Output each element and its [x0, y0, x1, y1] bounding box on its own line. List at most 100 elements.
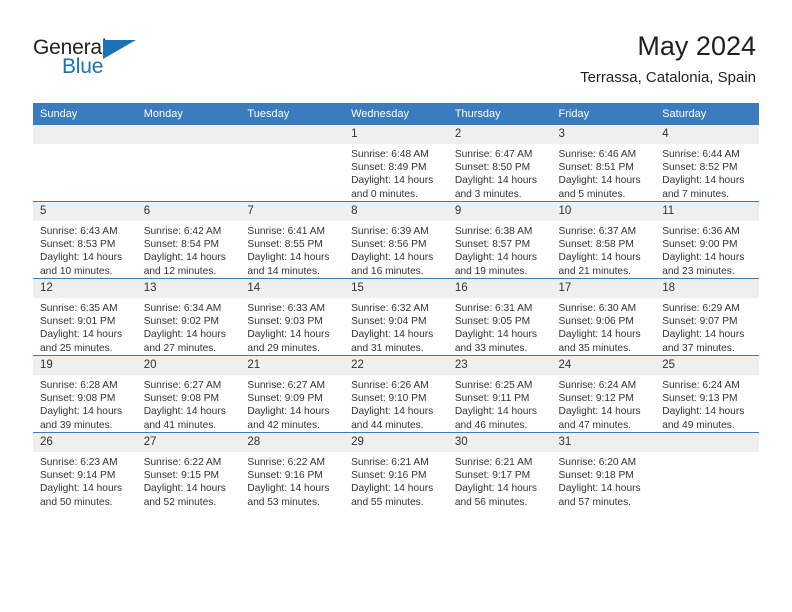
calendar-day-cell[interactable]: 11 Sunrise: 6:36 AM Sunset: 9:00 PM Dayligh… — [655, 201, 759, 279]
sunrise-text: Sunrise: 6:24 AM — [662, 380, 740, 391]
calendar-day-cell[interactable]: 6 Sunrise: 6:42 AM Sunset: 8:54 PM Daylight… — [136, 201, 241, 279]
sunset-text: Sunset: 8:55 PM — [247, 239, 323, 251]
calendar-week-row: 1 Sunrise: 6:48 AM Sunset: 8:49 PM Daylight… — [33, 125, 759, 202]
calendar-day-cell[interactable]: 18 Sunrise: 6:29 AM Sunset: 9:07 PM Dayligh… — [655, 278, 759, 356]
sunset-text: Sunset: 8:50 PM — [454, 162, 531, 174]
day-details: Sunrise: 6:20 AM Sunset: 9:18 PM Daylight:… — [552, 452, 656, 509]
sunrise-text: Sunrise: 6:28 AM — [40, 380, 118, 391]
calendar-day-cell[interactable]: 23 Sunrise: 6:25 AM Sunset: 9:11 PM Dayligh… — [447, 355, 552, 433]
calendar-day-cell-empty — [136, 125, 241, 202]
calendar-day-cell[interactable]: 22 Sunrise: 6:26 AM Sunset: 9:10 PM Dayligh… — [344, 355, 448, 433]
calendar-day-cell[interactable]: 15 Sunrise: 6:32 AM Sunset: 9:04 PM Dayligh… — [344, 278, 448, 356]
calendar-day-cell[interactable]: 1 Sunrise: 6:48 AM Sunset: 8:49 PM Daylight… — [344, 125, 448, 202]
calendar-day-cell[interactable]: 31 Sunrise: 6:20 AM Sunset: 9:18 PM Dayligh… — [551, 432, 656, 509]
calendar-day-cell[interactable]: 5 Sunrise: 6:43 AM Sunset: 8:53 PM Daylight… — [33, 201, 137, 279]
sunrise-text: Sunrise: 6:48 AM — [351, 149, 429, 160]
day-number: 27 — [136, 433, 241, 452]
sunrise-text: Sunrise: 6:41 AM — [247, 226, 325, 237]
sunrise-text: Sunrise: 6:44 AM — [662, 149, 740, 160]
day-number: 19 — [33, 356, 137, 375]
daylight-text: Daylight: 14 hours and 37 minutes. — [662, 329, 745, 354]
page-header: General Blue May 2024 Terrassa, Cataloni… — [0, 0, 792, 100]
sunrise-text: Sunrise: 6:33 AM — [247, 303, 325, 314]
day-details: Sunrise: 6:36 AM Sunset: 9:00 PM Daylight:… — [655, 221, 759, 278]
sunrise-text: Sunrise: 6:38 AM — [454, 226, 533, 237]
sunrise-text: Sunrise: 6:34 AM — [143, 303, 222, 314]
day-details: Sunrise: 6:31 AM Sunset: 9:05 PM Daylight:… — [448, 298, 552, 355]
sunrise-text: Sunrise: 6:37 AM — [558, 226, 637, 237]
calendar-day-cell[interactable]: 13 Sunrise: 6:34 AM Sunset: 9:02 PM Dayligh… — [136, 278, 241, 356]
daylight-text: Daylight: 14 hours and 16 minutes. — [351, 252, 434, 277]
sunset-text: Sunset: 8:53 PM — [40, 239, 116, 251]
day-number — [136, 125, 241, 144]
sunset-text: Sunset: 9:05 PM — [454, 316, 531, 328]
calendar-page: General Blue May 2024 Terrassa, Cataloni… — [0, 0, 792, 612]
daylight-text: Daylight: 14 hours and 5 minutes. — [558, 175, 641, 200]
day-number: 23 — [447, 356, 552, 375]
daylight-text: Daylight: 14 hours and 42 minutes. — [247, 406, 330, 431]
sunrise-text: Sunrise: 6:36 AM — [662, 226, 740, 237]
calendar-day-cell[interactable]: 8 Sunrise: 6:39 AM Sunset: 8:56 PM Daylight… — [344, 201, 448, 279]
sunrise-text: Sunrise: 6:27 AM — [247, 380, 325, 391]
calendar-day-cell[interactable]: 27 Sunrise: 6:22 AM Sunset: 9:15 PM Dayligh… — [136, 432, 241, 509]
sunrise-text: Sunrise: 6:35 AM — [40, 303, 118, 314]
daylight-text: Daylight: 14 hours and 10 minutes. — [40, 252, 123, 277]
calendar-day-cell[interactable]: 19 Sunrise: 6:28 AM Sunset: 9:08 PM Dayligh… — [33, 355, 137, 433]
sunrise-text: Sunrise: 6:21 AM — [351, 457, 429, 468]
calendar-day-cell[interactable]: 9 Sunrise: 6:38 AM Sunset: 8:57 PM Daylight… — [447, 201, 552, 279]
sunrise-text: Sunrise: 6:24 AM — [558, 380, 637, 391]
calendar-day-cell[interactable]: 12 Sunrise: 6:35 AM Sunset: 9:01 PM Dayligh… — [33, 278, 137, 356]
day-details: Sunrise: 6:23 AM Sunset: 9:14 PM Daylight:… — [33, 452, 137, 509]
calendar-day-cell[interactable]: 17 Sunrise: 6:30 AM Sunset: 9:06 PM Dayligh… — [551, 278, 656, 356]
calendar-day-cell-empty — [33, 125, 137, 202]
page-title: May 2024 — [637, 31, 756, 61]
sunrise-text: Sunrise: 6:29 AM — [662, 303, 740, 314]
day-details: Sunrise: 6:28 AM Sunset: 9:08 PM Daylight:… — [33, 375, 137, 432]
calendar-day-cell[interactable]: 24 Sunrise: 6:24 AM Sunset: 9:12 PM Dayligh… — [551, 355, 656, 433]
daylight-text: Daylight: 14 hours and 56 minutes. — [454, 483, 537, 508]
day-details: Sunrise: 6:41 AM Sunset: 8:55 PM Daylight:… — [240, 221, 344, 278]
day-details: Sunrise: 6:27 AM Sunset: 9:09 PM Daylight:… — [240, 375, 344, 432]
day-number — [33, 125, 137, 144]
calendar-day-cell[interactable]: 16 Sunrise: 6:31 AM Sunset: 9:05 PM Dayligh… — [447, 278, 552, 356]
day-details: Sunrise: 6:34 AM Sunset: 9:02 PM Daylight:… — [137, 298, 241, 355]
daylight-text: Daylight: 14 hours and 0 minutes. — [351, 175, 434, 200]
daylight-text: Daylight: 14 hours and 7 minutes. — [662, 175, 745, 200]
calendar-table: Sunday Monday Tuesday Wednesday Thursday… — [33, 103, 759, 509]
calendar-day-cell[interactable]: 26 Sunrise: 6:23 AM Sunset: 9:14 PM Dayligh… — [33, 432, 137, 509]
day-details: Sunrise: 6:29 AM Sunset: 9:07 PM Daylight:… — [655, 298, 759, 355]
page-subtitle: Terrassa, Catalonia, Spain — [580, 69, 756, 86]
day-details: Sunrise: 6:30 AM Sunset: 9:06 PM Daylight:… — [552, 298, 656, 355]
calendar-day-cell[interactable]: 4 Sunrise: 6:44 AM Sunset: 8:52 PM Daylight… — [655, 125, 759, 202]
calendar-day-cell[interactable]: 28 Sunrise: 6:22 AM Sunset: 9:16 PM Dayligh… — [240, 432, 345, 509]
calendar-day-cell-empty — [240, 125, 345, 202]
calendar-day-cell[interactable]: 25 Sunrise: 6:24 AM Sunset: 9:13 PM Dayligh… — [655, 355, 759, 433]
sunrise-text: Sunrise: 6:26 AM — [351, 380, 429, 391]
calendar-day-cell[interactable]: 3 Sunrise: 6:46 AM Sunset: 8:51 PM Daylight… — [551, 125, 656, 202]
calendar-day-cell[interactable]: 20 Sunrise: 6:27 AM Sunset: 9:08 PM Dayligh… — [136, 355, 241, 433]
sunset-text: Sunset: 9:08 PM — [143, 393, 220, 405]
calendar-week-row: 12 Sunrise: 6:35 AM Sunset: 9:01 PM Dayligh… — [33, 278, 759, 356]
day-number: 10 — [551, 202, 656, 221]
calendar-day-cell[interactable]: 29 Sunrise: 6:21 AM Sunset: 9:16 PM Dayligh… — [344, 432, 448, 509]
day-details: Sunrise: 6:21 AM Sunset: 9:17 PM Daylight:… — [448, 452, 552, 509]
weekday-header-wednesday: Wednesday — [344, 103, 448, 125]
sunset-text: Sunset: 9:11 PM — [454, 393, 530, 405]
day-number: 7 — [240, 202, 345, 221]
calendar-day-cell[interactable]: 7 Sunrise: 6:41 AM Sunset: 8:55 PM Daylight… — [240, 201, 345, 279]
sunset-text: Sunset: 9:08 PM — [40, 393, 116, 405]
daylight-text: Daylight: 14 hours and 49 minutes. — [662, 406, 745, 431]
day-number: 16 — [447, 279, 552, 298]
day-number: 26 — [33, 433, 137, 452]
day-details: Sunrise: 6:46 AM Sunset: 8:51 PM Daylight:… — [552, 144, 656, 201]
day-details: Sunrise: 6:22 AM Sunset: 9:15 PM Daylight:… — [137, 452, 241, 509]
calendar-day-cell[interactable]: 2 Sunrise: 6:47 AM Sunset: 8:50 PM Daylight… — [447, 125, 552, 202]
day-details: Sunrise: 6:48 AM Sunset: 8:49 PM Daylight:… — [344, 144, 448, 201]
calendar-day-cell[interactable]: 30 Sunrise: 6:21 AM Sunset: 9:17 PM Dayligh… — [447, 432, 552, 509]
calendar-day-cell[interactable]: 10 Sunrise: 6:37 AM Sunset: 8:58 PM Dayligh… — [551, 201, 656, 279]
daylight-text: Daylight: 14 hours and 46 minutes. — [454, 406, 537, 431]
calendar-day-cell[interactable]: 14 Sunrise: 6:33 AM Sunset: 9:03 PM Dayligh… — [240, 278, 345, 356]
calendar-day-cell[interactable]: 21 Sunrise: 6:27 AM Sunset: 9:09 PM Dayligh… — [240, 355, 345, 433]
sunset-text: Sunset: 9:16 PM — [351, 470, 427, 482]
day-details: Sunrise: 6:24 AM Sunset: 9:12 PM Daylight:… — [552, 375, 656, 432]
